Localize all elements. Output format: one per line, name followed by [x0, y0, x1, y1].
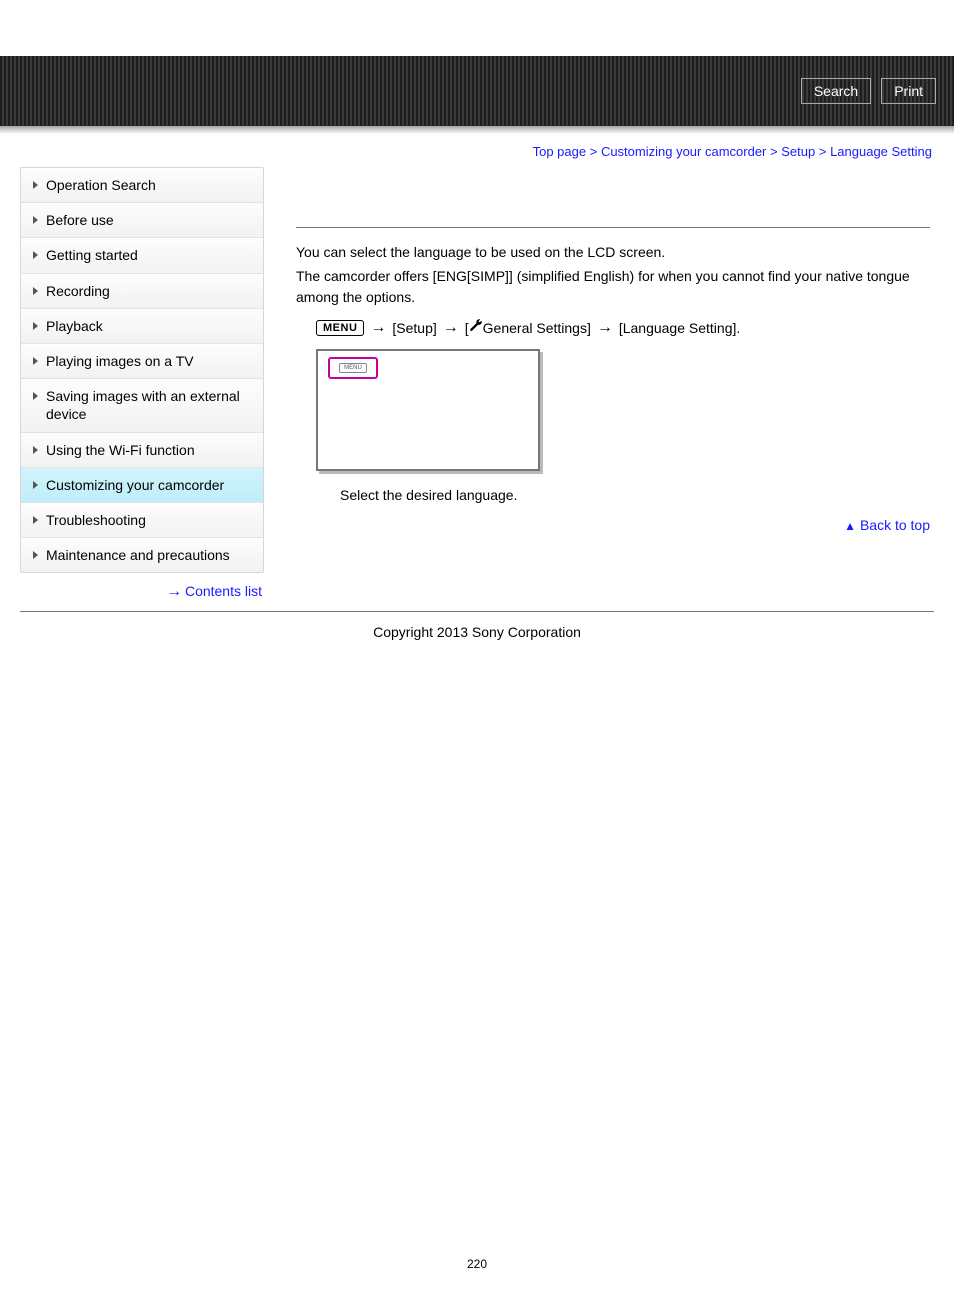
breadcrumb-link-top[interactable]: Top page — [533, 144, 587, 159]
chevron-right-icon — [33, 181, 38, 189]
sidebar-item-label: Maintenance and precautions — [46, 546, 253, 564]
sidebar-item-maintenance[interactable]: Maintenance and precautions — [21, 538, 263, 572]
chevron-right-icon — [33, 287, 38, 295]
nav-step-setup: [Setup] — [392, 320, 436, 336]
sidebar-item-label: Using the Wi-Fi function — [46, 441, 253, 459]
menu-navigation-path: MENU → [Setup] → [ General Settings] → [… — [316, 319, 930, 337]
sidebar-item-operation-search[interactable]: Operation Search — [21, 168, 263, 203]
contents-list: → Contents list — [20, 577, 268, 605]
intro-line-2: The camcorder offers [ENG[SIMP]] (simpli… — [296, 266, 930, 307]
sidebar-item-label: Getting started — [46, 246, 253, 264]
arrow-right-icon: → — [370, 319, 386, 337]
chevron-right-icon — [33, 251, 38, 259]
breadcrumb-sep: > — [770, 144, 778, 159]
chevron-right-icon — [33, 357, 38, 365]
arrow-right-icon: → — [597, 319, 613, 337]
screen-illustration: MENU — [316, 349, 540, 471]
search-button[interactable]: Search — [801, 78, 871, 104]
sidebar-item-label: Recording — [46, 282, 253, 300]
back-to-top-link[interactable]: Back to top — [860, 517, 930, 533]
breadcrumb-link-setup[interactable]: Setup — [781, 144, 815, 159]
contents-list-link[interactable]: Contents list — [185, 583, 262, 599]
intro-line-1: You can select the language to be used o… — [296, 242, 930, 262]
nav-step-general: [ General Settings] — [465, 319, 591, 336]
menu-highlight-box: MENU — [328, 357, 378, 379]
sidebar-item-before-use[interactable]: Before use — [21, 203, 263, 238]
header-band: Search Print — [0, 56, 954, 126]
sidebar-item-recording[interactable]: Recording — [21, 274, 263, 309]
sidebar-item-label: Before use — [46, 211, 253, 229]
back-to-top: ▲ Back to top — [296, 517, 930, 533]
footer-divider — [20, 611, 934, 612]
chevron-right-icon — [33, 551, 38, 559]
intro-text: You can select the language to be used o… — [296, 242, 930, 307]
main-content: You can select the language to be used o… — [268, 167, 934, 543]
sidebar-item-label: Troubleshooting — [46, 511, 253, 529]
sidebar-item-playing-tv[interactable]: Playing images on a TV — [21, 344, 263, 379]
sidebar-item-playback[interactable]: Playback — [21, 309, 263, 344]
chevron-right-icon — [33, 481, 38, 489]
chevron-right-icon — [33, 216, 38, 224]
sidebar-item-wifi[interactable]: Using the Wi-Fi function — [21, 433, 263, 468]
copyright-text: Copyright 2013 Sony Corporation — [0, 618, 954, 670]
sidebar-item-troubleshooting[interactable]: Troubleshooting — [21, 503, 263, 538]
sidebar-item-customizing[interactable]: Customizing your camcorder — [21, 468, 263, 503]
nav-step-general-text: General Settings] — [483, 320, 591, 336]
menu-button-icon: MENU — [316, 320, 364, 336]
sidebar-item-label: Saving images with an external device — [46, 387, 253, 423]
print-button[interactable]: Print — [881, 78, 936, 104]
sidebar-item-saving-external[interactable]: Saving images with an external device — [21, 379, 263, 432]
chevron-right-icon — [33, 322, 38, 330]
sidebar-item-label: Customizing your camcorder — [46, 476, 253, 494]
sidebar-item-label: Playback — [46, 317, 253, 335]
breadcrumb-link-customizing[interactable]: Customizing your camcorder — [601, 144, 766, 159]
arrow-right-icon: → — [443, 319, 459, 337]
sidebar-item-label: Playing images on a TV — [46, 352, 253, 370]
sidebar-item-label: Operation Search — [46, 176, 253, 194]
arrow-right-icon: → — [166, 583, 181, 600]
instruction-text: Select the desired language. — [340, 487, 930, 503]
divider — [296, 227, 930, 228]
breadcrumb-current: Language Setting — [830, 144, 932, 159]
nav-step-language: [Language Setting]. — [619, 320, 740, 336]
page-number: 220 — [0, 1257, 954, 1271]
arrow-up-icon: ▲ — [844, 519, 856, 533]
breadcrumb-sep: > — [590, 144, 598, 159]
mini-menu-label: MENU — [339, 363, 367, 373]
chevron-right-icon — [33, 446, 38, 454]
chevron-right-icon — [33, 516, 38, 524]
header-buttons: Search Print — [801, 78, 936, 104]
sidebar: Operation Search Before use Getting star… — [20, 167, 264, 573]
sidebar-item-getting-started[interactable]: Getting started — [21, 238, 263, 273]
breadcrumb-sep: > — [819, 144, 827, 159]
chevron-right-icon — [33, 392, 38, 400]
wrench-icon — [469, 319, 483, 336]
